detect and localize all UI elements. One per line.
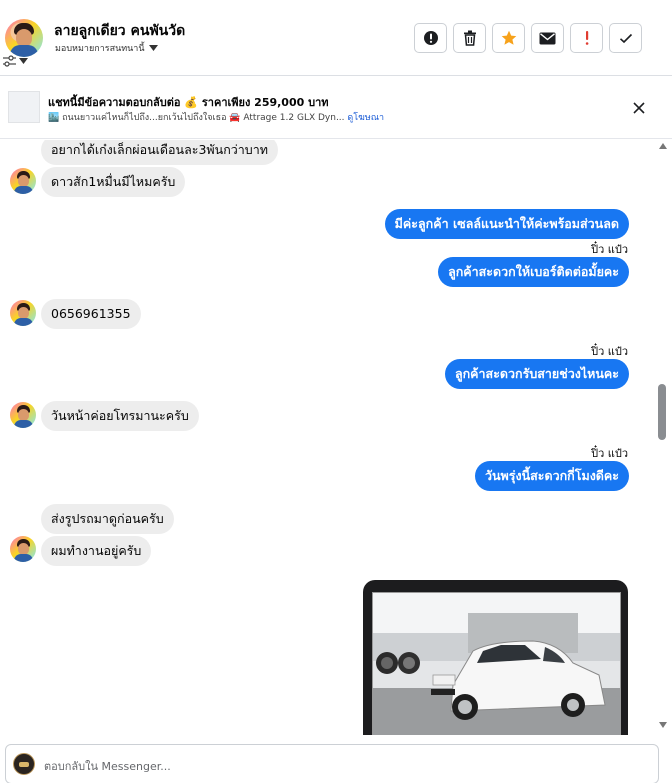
car-photo-illustration (373, 593, 620, 735)
contact-avatar[interactable] (5, 19, 43, 57)
star-icon (501, 30, 516, 45)
trash-icon (463, 30, 476, 46)
ad-thumbnail (8, 91, 40, 123)
sliders-icon (3, 55, 16, 67)
ad-title: แชทนี้มีข้อความตอบกลับต่อ 💰 ราคาเพียง 25… (48, 96, 329, 109)
caret-down-icon (19, 58, 28, 64)
incoming-message[interactable]: ดาวสัก1หมื่นมีไหมครับ (41, 167, 186, 197)
check-icon (619, 33, 632, 43)
done-button[interactable] (609, 23, 642, 53)
delete-button[interactable] (453, 23, 486, 53)
car-photo[interactable] (372, 592, 621, 735)
outgoing-message[interactable]: ลูกค้าสะดวกให้เบอร์ติดต่อมั้ยคะ (438, 257, 629, 287)
view-ad-link[interactable]: ดูโฆษณา (347, 113, 384, 123)
envelope-icon (539, 32, 556, 44)
header-actions (414, 23, 642, 53)
mark-spam-button[interactable] (414, 23, 447, 53)
contact-avatar-small (10, 536, 36, 562)
close-ad-banner-button[interactable] (630, 99, 648, 117)
reply-input[interactable]: ตอบกลับใน Messenger... (44, 757, 171, 775)
contact-avatar-small (10, 402, 36, 428)
incoming-message[interactable]: 0656961355 (41, 299, 141, 329)
follow-up-button[interactable] (570, 23, 603, 53)
incoming-message[interactable]: วันหน้าค่อยโทรมานะครับ (41, 401, 199, 431)
incoming-message[interactable]: อยากได้เก๋งเล็กผ่อนเดือนละ3พันกว่าบาท (41, 140, 278, 165)
scroll-up-arrow-icon[interactable] (659, 143, 667, 149)
page-avatar (13, 753, 35, 775)
close-icon (633, 102, 645, 114)
contact-avatar-small (10, 300, 36, 326)
alert-circle-icon (423, 31, 438, 45)
contact-name[interactable]: ลายลูกเดียว คนพันวัด (54, 20, 185, 42)
assign-conversation-dropdown[interactable]: มอบหมายการสนทนานี้ (55, 41, 158, 55)
seen-by-label: ปิ๋ว แป๋ว (591, 447, 628, 460)
star-button[interactable] (492, 23, 525, 53)
caret-down-icon (148, 45, 158, 51)
reply-composer[interactable]: ตอบกลับใน Messenger... (5, 744, 659, 783)
outgoing-message[interactable]: วันพรุ่งนี้สะดวกกี่โมงดีคะ (474, 461, 629, 491)
conversation-header: ลายลูกเดียว คนพันวัด มอบหมายการสนทนานี้ (0, 0, 672, 76)
ad-subtitle-row: 🏙️ ถนนยาวแค่ไหนก็ไปถึง...ยกเว้นไปถึงใจเธ… (48, 110, 384, 124)
thread-scrollbar[interactable] (655, 140, 672, 735)
conversation-settings[interactable] (2, 55, 28, 67)
outgoing-message[interactable]: มีค่ะลูกค้า เซลล์แนะนำให้ค่ะพร้อมส่วนลด (384, 209, 629, 239)
contact-avatar-small (10, 168, 36, 194)
ad-subtitle: 🏙️ ถนนยาวแค่ไหนก็ไปถึง...ยกเว้นไปถึงใจเธ… (48, 113, 345, 123)
ad-reply-banner: แชทนี้มีข้อความตอบกลับต่อ 💰 ราคาเพียง 25… (0, 76, 672, 139)
message-thread[interactable]: อยากได้เก๋งเล็กผ่อนเดือนละ3พันกว่าบาท ดา… (0, 140, 655, 735)
mark-unread-button[interactable] (531, 23, 564, 53)
seen-by-label: ปิ๋ว แป๋ว (591, 345, 628, 358)
exclamation-icon (585, 31, 588, 45)
seen-by-label: ปิ๋ว แป๋ว (591, 243, 628, 256)
assign-label: มอบหมายการสนทนานี้ (55, 44, 145, 54)
scroll-down-arrow-icon[interactable] (659, 722, 667, 728)
outgoing-message[interactable]: ลูกค้าสะดวกรับสายช่วงไหนคะ (444, 359, 629, 389)
incoming-message[interactable]: ส่งรูปรถมาดูก่อนครับ (41, 504, 174, 534)
outgoing-image-message[interactable] (363, 580, 628, 735)
incoming-message[interactable]: ผมทำงานอยู่ครับ (41, 536, 152, 566)
scrollbar-thumb[interactable] (658, 384, 666, 440)
